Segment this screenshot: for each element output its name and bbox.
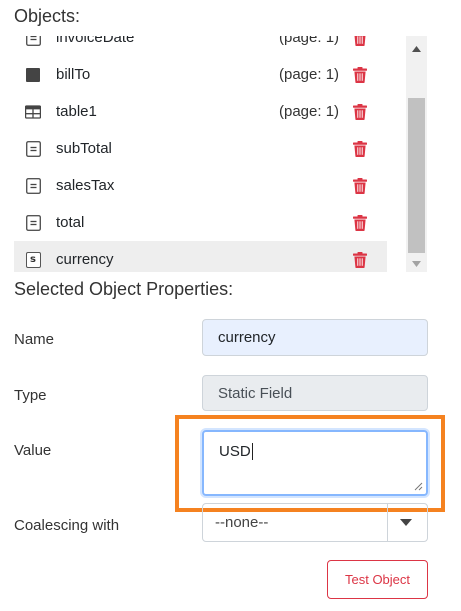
chevron-down-icon[interactable] (400, 519, 412, 526)
select-divider (387, 504, 388, 541)
object-name: total (56, 214, 85, 231)
object-name: salesTax (56, 177, 115, 194)
object-page: (page: 1) (279, 36, 340, 46)
trash-icon[interactable] (353, 215, 367, 231)
object-list-item[interactable]: billTo (page: 1) (14, 56, 387, 93)
coalescing-label: Coalescing with (14, 517, 120, 534)
field-icon (25, 140, 41, 157)
trash-icon[interactable] (353, 67, 367, 83)
objects-title: Objects: (14, 6, 81, 26)
object-name: currency (56, 251, 114, 268)
trash-icon[interactable] (353, 178, 367, 194)
type-label: Type (14, 387, 47, 404)
object-list-item[interactable]: invoiceDate (page: 1) (14, 36, 387, 56)
object-list-item[interactable]: total (14, 204, 387, 241)
static-letter: s (25, 251, 41, 268)
properties-title: Selected Object Properties: (14, 279, 234, 299)
objects-list-viewport: invoiceDate (page: 1) billTo (page: 1) table… (14, 36, 387, 272)
type-field: Static Field (202, 375, 428, 411)
square-icon (25, 67, 41, 83)
trash-icon[interactable] (353, 141, 367, 157)
table-icon (25, 104, 41, 120)
scroll-up-arrow-icon[interactable] (406, 40, 427, 57)
highlight-box (175, 415, 445, 512)
trash-icon[interactable] (353, 252, 367, 268)
coalescing-select-value: --none-- (215, 514, 269, 531)
static-field-icon: s (25, 251, 41, 268)
field-icon (25, 177, 41, 194)
type-field-value: Static Field (218, 384, 293, 402)
objects-list-items: invoiceDate (page: 1) billTo (page: 1) table… (14, 36, 387, 272)
coalescing-select[interactable]: --none-- (202, 503, 428, 542)
trash-icon[interactable] (353, 104, 367, 120)
trash-icon[interactable] (353, 36, 367, 46)
name-label: Name (14, 331, 55, 348)
object-list-item[interactable]: subTotal (14, 130, 387, 167)
scroll-down-arrow-icon[interactable] (406, 255, 427, 272)
object-page: (page: 1) (279, 103, 340, 120)
scrollbar-thumb[interactable] (408, 98, 425, 253)
name-input-value: currency (218, 329, 276, 346)
object-name: table1 (56, 103, 97, 120)
object-list-item[interactable]: table1 (page: 1) (14, 93, 387, 130)
objects-list: invoiceDate (page: 1) billTo (page: 1) table… (14, 36, 427, 272)
object-list-item[interactable]: salesTax (14, 167, 387, 204)
objects-scrollbar[interactable] (406, 36, 427, 272)
object-name: invoiceDate (56, 36, 135, 46)
object-name: billTo (56, 66, 91, 83)
name-input[interactable]: currency (202, 319, 428, 356)
field-icon (25, 214, 41, 231)
test-object-button[interactable]: Test Object (327, 560, 428, 599)
object-page: (page: 1) (279, 66, 340, 83)
object-name: subTotal (56, 140, 112, 157)
object-list-item[interactable]: s currency (14, 241, 387, 272)
value-label: Value (14, 442, 52, 459)
field-icon (25, 36, 41, 46)
